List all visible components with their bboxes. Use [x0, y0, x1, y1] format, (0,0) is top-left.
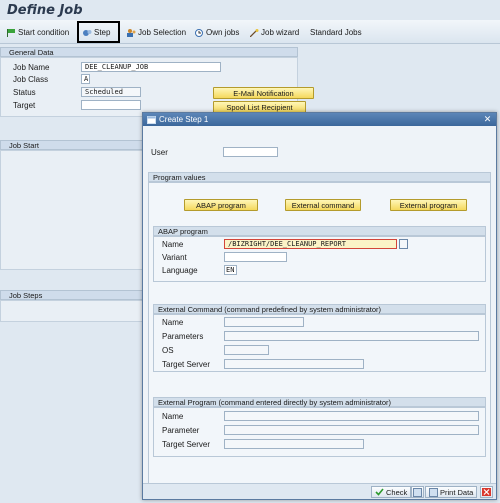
- ext-cmd-os-field: [224, 345, 269, 355]
- abap-name-field[interactable]: /BIZRIGHT/DEE_CLEANUP_REPORT: [224, 239, 397, 249]
- job-selection-label: Job Selection: [138, 28, 187, 37]
- abap-program-button[interactable]: ABAP program: [184, 199, 258, 211]
- external-command-group: Name Parameters OS Target Server: [153, 314, 486, 372]
- dialog-footer: Check Print Data: [143, 483, 496, 499]
- save-icon: [413, 487, 422, 497]
- ext-prog-parameter-field: [224, 425, 479, 435]
- status-field: Scheduled: [81, 87, 141, 97]
- dialog-title-bar: Create Step 1 ✕: [143, 113, 496, 126]
- clock-icon: [195, 28, 203, 37]
- printer-icon: [429, 487, 438, 497]
- external-program-button-label: External program: [399, 201, 458, 210]
- target-label: Target: [13, 101, 36, 110]
- create-step-dialog: Create Step 1 ✕ User Program values ABAP…: [142, 112, 497, 500]
- ext-prog-name-label: Name: [162, 412, 184, 421]
- print-data-label: Print Data: [440, 487, 474, 497]
- email-notification-label: E-Mail Notification: [233, 89, 294, 98]
- start-condition-button[interactable]: Start condition: [7, 26, 69, 39]
- application-toolbar: Start condition Step Job Selection Own j…: [0, 20, 500, 44]
- close-icon[interactable]: ✕: [482, 114, 493, 125]
- job-name-label: Job Name: [13, 63, 50, 72]
- spool-list-recipient-label: Spool List Recipient: [226, 103, 293, 112]
- job-class-label: Job Class: [13, 75, 49, 84]
- wizard-icon: [250, 28, 259, 37]
- ext-prog-target-label: Target Server: [162, 440, 211, 449]
- job-selection-button[interactable]: Job Selection: [127, 26, 186, 39]
- status-label: Status: [13, 88, 36, 97]
- step-highlight-box: [77, 21, 120, 43]
- abap-program-header: ABAP program: [153, 226, 486, 236]
- user-label: User: [151, 148, 168, 157]
- start-condition-label: Start condition: [18, 28, 70, 37]
- program-values-group: ABAP program External command External p…: [148, 182, 491, 485]
- ext-cmd-name-field: [224, 317, 304, 327]
- ext-prog-target-field: [224, 439, 364, 449]
- variant-label: Variant: [162, 253, 187, 262]
- external-command-header: External Command (command predefined by …: [153, 304, 486, 314]
- ext-cmd-target-label: Target Server: [162, 360, 211, 369]
- job-name-field[interactable]: DEE_CLEANUP_JOB: [81, 62, 221, 72]
- save-button[interactable]: [411, 486, 424, 498]
- job-class-field[interactable]: A: [81, 74, 90, 84]
- standard-jobs-button[interactable]: Standard Jobs: [310, 26, 362, 39]
- external-program-header: External Program (command entered direct…: [153, 397, 486, 407]
- dialog-title: Create Step 1: [159, 115, 209, 124]
- external-command-button-label: External command: [291, 201, 355, 210]
- own-jobs-button[interactable]: Own jobs: [195, 26, 239, 39]
- checkmark-icon: [375, 488, 384, 496]
- flag-icon: [7, 28, 15, 37]
- people-icon: [127, 28, 136, 37]
- job-wizard-label: Job wizard: [261, 28, 300, 37]
- ext-prog-name-field: [224, 411, 479, 421]
- abap-name-label: Name: [162, 240, 184, 249]
- ext-cmd-parameters-field: [224, 331, 479, 341]
- external-program-group: Name Parameter Target Server: [153, 407, 486, 457]
- print-data-button[interactable]: Print Data: [425, 486, 478, 498]
- ext-cmd-parameters-label: Parameters: [162, 332, 204, 341]
- ext-prog-parameter-label: Parameter: [162, 426, 200, 435]
- target-field[interactable]: [81, 100, 141, 110]
- standard-jobs-label: Standard Jobs: [310, 28, 362, 37]
- check-label: Check: [386, 487, 408, 497]
- variant-field[interactable]: [224, 252, 287, 262]
- own-jobs-label: Own jobs: [206, 28, 240, 37]
- window-icon: [147, 115, 156, 124]
- abap-program-group: Name /BIZRIGHT/DEE_CLEANUP_REPORT Varian…: [153, 236, 486, 282]
- cancel-icon: [482, 488, 491, 496]
- program-values-header: Program values: [148, 172, 491, 182]
- ext-cmd-os-label: OS: [162, 346, 174, 355]
- general-data-header: General Data: [0, 47, 298, 57]
- language-field[interactable]: EN: [224, 265, 237, 275]
- user-field[interactable]: [223, 147, 278, 157]
- job-wizard-button[interactable]: Job wizard: [250, 26, 299, 39]
- language-label: Language: [162, 266, 198, 275]
- external-program-button[interactable]: External program: [390, 199, 467, 211]
- external-command-button[interactable]: External command: [285, 199, 361, 211]
- check-button[interactable]: Check: [371, 486, 412, 498]
- email-notification-button[interactable]: E-Mail Notification: [213, 87, 314, 99]
- general-data-panel: Job Name DEE_CLEANUP_JOB Job Class A Sta…: [0, 57, 314, 117]
- ext-cmd-name-label: Name: [162, 318, 184, 327]
- value-help-icon[interactable]: [399, 239, 408, 249]
- abap-program-button-label: ABAP program: [196, 201, 246, 210]
- cancel-button[interactable]: [480, 486, 493, 498]
- page-title: Define Job: [7, 3, 83, 18]
- ext-cmd-target-field: [224, 359, 364, 369]
